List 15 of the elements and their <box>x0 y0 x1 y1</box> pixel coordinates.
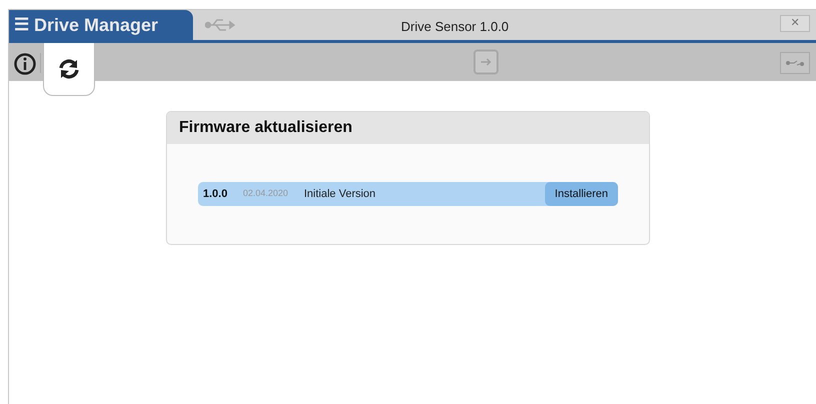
version-number: 1.0.0 <box>203 186 228 202</box>
version-row[interactable]: 1.0.0 02.04.2020 Initiale Version Installieren <box>198 182 618 206</box>
card-title: Firmware aktualisieren <box>179 118 352 138</box>
app-title: Drive Manager <box>34 14 158 37</box>
version-description: Initiale Version <box>304 186 377 202</box>
info-icon[interactable] <box>14 53 36 75</box>
close-button[interactable]: ✕ <box>780 15 810 32</box>
usb-icon <box>205 18 235 32</box>
refresh-icon <box>58 59 80 79</box>
refresh-tab[interactable] <box>43 43 95 96</box>
window-title: Drive Sensor 1.0.0 <box>401 18 509 36</box>
install-button[interactable]: Installieren <box>544 182 618 206</box>
menu-icon[interactable]: ☰ <box>14 12 29 38</box>
version-date: 02.04.2020 <box>243 187 290 200</box>
app-title-tab[interactable]: ☰ Drive Manager <box>9 10 193 40</box>
